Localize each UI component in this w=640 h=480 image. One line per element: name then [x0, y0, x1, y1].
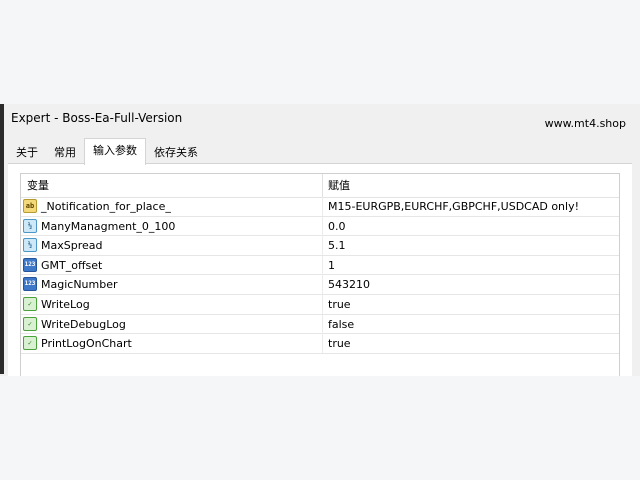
bool-icon: ✓: [23, 336, 37, 351]
row-value[interactable]: 1: [328, 256, 335, 275]
row-variable-name: _Notification_for_place_: [41, 200, 171, 213]
window-edge: [0, 104, 4, 374]
row-divider: [322, 197, 323, 216]
tab-dependencies[interactable]: 依存关系: [146, 142, 206, 164]
row-variable-name: MagicNumber: [41, 278, 118, 292]
row-value[interactable]: true: [328, 334, 351, 353]
row-value[interactable]: false: [328, 315, 354, 334]
table-row[interactable]: ✓ WriteLog true: [21, 294, 619, 315]
column-header-variable[interactable]: 变量: [27, 174, 49, 197]
bottom-background: [0, 376, 640, 480]
row-variable-name: WriteLog: [41, 297, 90, 311]
expert-properties-window: Expert - Boss-Ea-Full-Version www.mt4.sh…: [0, 104, 640, 376]
row-divider: [322, 275, 323, 295]
column-header-value[interactable]: 赋值: [328, 174, 350, 197]
table-body: ab _Notification_for_place_ M15-EURGPB,E…: [21, 197, 619, 354]
bool-icon: ✓: [23, 296, 37, 311]
integer-icon: 123: [23, 257, 37, 272]
table-row[interactable]: ab _Notification_for_place_ M15-EURGPB,E…: [21, 197, 619, 217]
row-variable-name: PrintLogOnChart: [41, 337, 132, 351]
table-row[interactable]: ½ MaxSpread 5.1: [21, 236, 619, 256]
row-value[interactable]: 5.1: [328, 236, 346, 255]
row-divider: [322, 216, 323, 236]
row-divider: [322, 334, 323, 354]
row-variable-name: GMT_offset: [41, 258, 103, 272]
row-divider: [322, 294, 323, 314]
row-value[interactable]: M15-EURGPB,EURCHF,GBPCHF,USDCAD only!: [328, 197, 579, 216]
row-variable-name: MaxSpread: [41, 239, 103, 253]
row-divider: [322, 314, 323, 334]
table-row[interactable]: 123 MagicNumber 543210: [21, 275, 619, 295]
double-icon: ½: [23, 238, 37, 253]
table-row[interactable]: ½ ManyManagment_0_100 0.0: [21, 216, 619, 237]
row-value[interactable]: true: [328, 295, 351, 314]
bool-icon: ✓: [23, 316, 37, 331]
table-header: 变量 赋值: [21, 174, 619, 198]
tab-about[interactable]: 关于: [8, 142, 46, 164]
tab-inputs[interactable]: 输入参数: [84, 138, 146, 165]
integer-icon: 123: [23, 277, 37, 292]
row-value[interactable]: 0.0: [328, 217, 346, 236]
table-row[interactable]: 123 GMT_offset 1: [21, 255, 619, 276]
row-variable-name: ManyManagment_0_100: [41, 219, 176, 233]
table-row[interactable]: ✓ WriteDebugLog false: [21, 314, 619, 335]
tab-common[interactable]: 常用: [46, 142, 84, 164]
ab-string-icon: ab: [23, 199, 37, 213]
top-background: [0, 0, 640, 104]
row-divider: [322, 236, 323, 256]
table-row[interactable]: ✓ PrintLogOnChart true: [21, 334, 619, 354]
tab-bar: 关于 常用 输入参数 依存关系: [8, 138, 206, 165]
inputs-table: 变量 赋值 ab _Notification_for_place_ M15-EU…: [20, 173, 620, 376]
row-divider: [322, 255, 323, 275]
inputs-tab-panel: 变量 赋值 ab _Notification_for_place_ M15-EU…: [8, 163, 632, 376]
double-icon: ½: [23, 218, 37, 233]
column-divider[interactable]: [322, 174, 323, 197]
site-watermark: www.mt4.shop: [544, 117, 626, 130]
window-title: Expert - Boss-Ea-Full-Version: [11, 111, 183, 125]
row-variable-name: WriteDebugLog: [41, 317, 126, 331]
row-value[interactable]: 543210: [328, 275, 370, 294]
